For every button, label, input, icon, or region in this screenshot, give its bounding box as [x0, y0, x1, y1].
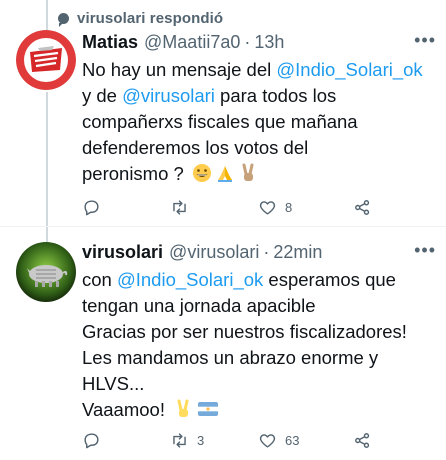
text-line: defenderemos los votos del: [82, 137, 309, 158]
mention-link[interactable]: @virusolari: [122, 85, 215, 106]
text: No hay un mensaje del: [82, 59, 277, 80]
reply-button[interactable]: [82, 431, 170, 450]
separator-dot: ·: [244, 32, 251, 52]
avatar-image: [16, 30, 76, 90]
share-icon: [355, 432, 370, 448]
user-handle[interactable]: @Maatii7a0: [144, 32, 240, 53]
tweet-actions: 8: [82, 195, 382, 219]
mention-link[interactable]: @Indio_Solari_ok: [117, 269, 263, 290]
avatar[interactable]: [16, 30, 76, 90]
reply-icon: [84, 432, 99, 448]
avatar-image: [16, 242, 76, 302]
text: peronismo ?: [82, 163, 189, 184]
retweet-button[interactable]: 3: [170, 431, 258, 450]
retweet-count: 3: [197, 432, 205, 448]
text-line: Gracias por ser nuestros fiscalizadores!: [82, 321, 407, 342]
tweet-text: con @Indio_Solari_ok esperamos que tenga…: [82, 267, 436, 423]
victory-hand-emoji: [177, 399, 189, 417]
reply-context-text: virusolari respondió: [77, 9, 224, 27]
tweet-content: Matias @Maatii7a0 · 13h ••• No hay un me…: [82, 30, 436, 187]
display-name[interactable]: virusolari: [82, 242, 163, 263]
reply-button[interactable]: [82, 198, 170, 217]
text: con: [82, 269, 117, 290]
text-line: compañerxs fiscales que mañana: [82, 111, 358, 132]
like-button[interactable]: 8: [258, 198, 353, 217]
more-icon[interactable]: •••: [414, 240, 436, 261]
more-icon[interactable]: •••: [414, 30, 436, 51]
user-handle[interactable]: @virusolari: [169, 242, 259, 263]
text: Vaaamoo!: [82, 399, 171, 420]
retweet-icon: [173, 432, 186, 448]
timestamp[interactable]: 13h: [254, 32, 284, 53]
text: y de: [82, 85, 123, 106]
avatar[interactable]: [16, 242, 76, 302]
folded-hands-emoji: [217, 166, 232, 182]
separator-dot: ·: [263, 242, 270, 262]
tweet-content: virusolari @virusolari · 22min ••• con @…: [82, 240, 436, 423]
text-line: y de @virusolari para todos los: [82, 83, 436, 109]
tweet-header: virusolari @virusolari · 22min: [82, 242, 436, 263]
text-line: Les mandamos un abrazo enorme y: [82, 347, 379, 368]
text-line: HLVS...: [82, 373, 145, 394]
divider: [0, 226, 446, 227]
like-count: 63: [285, 432, 300, 448]
like-icon: [259, 200, 276, 215]
like-count: 8: [285, 199, 293, 215]
text: esperamos que: [263, 269, 396, 290]
share-button[interactable]: [353, 198, 372, 217]
share-button[interactable]: [353, 431, 372, 450]
thread-line: [46, 0, 48, 30]
text: para todos los: [214, 85, 337, 106]
display-name[interactable]: Matias: [82, 32, 138, 53]
grinning-face-emoji: [192, 164, 211, 182]
text-line: con @Indio_Solari_ok esperamos que: [82, 267, 436, 293]
tweet-text: No hay un mensaje del @Indio_Solari_ok y…: [82, 57, 436, 187]
reply-icon: [84, 199, 99, 215]
tweet-header: Matias @Maatii7a0 · 13h: [82, 32, 436, 53]
text-line: No hay un mensaje del @Indio_Solari_ok: [82, 57, 436, 83]
text-line: tengan una jornada apacible: [82, 295, 316, 316]
comment-icon: [58, 12, 69, 27]
like-button[interactable]: 63: [258, 431, 353, 450]
timestamp[interactable]: 22min: [273, 242, 322, 263]
reply-context[interactable]: virusolari respondió: [58, 8, 223, 28]
tweet-actions: 3 63: [82, 428, 382, 452]
share-icon: [355, 199, 370, 215]
like-icon: [259, 433, 276, 448]
text-line: peronismo ?: [82, 161, 436, 187]
text-line: Vaaamoo!: [82, 397, 436, 423]
victory-hand-emoji: [242, 163, 254, 181]
retweet-button[interactable]: [170, 198, 258, 217]
retweet-icon: [173, 199, 186, 215]
tweet-virusolari[interactable]: virusolari @virusolari · 22min ••• con @…: [0, 240, 446, 432]
mention-link[interactable]: @Indio_Solari_ok: [276, 59, 422, 80]
argentina-flag-emoji: [198, 402, 219, 416]
